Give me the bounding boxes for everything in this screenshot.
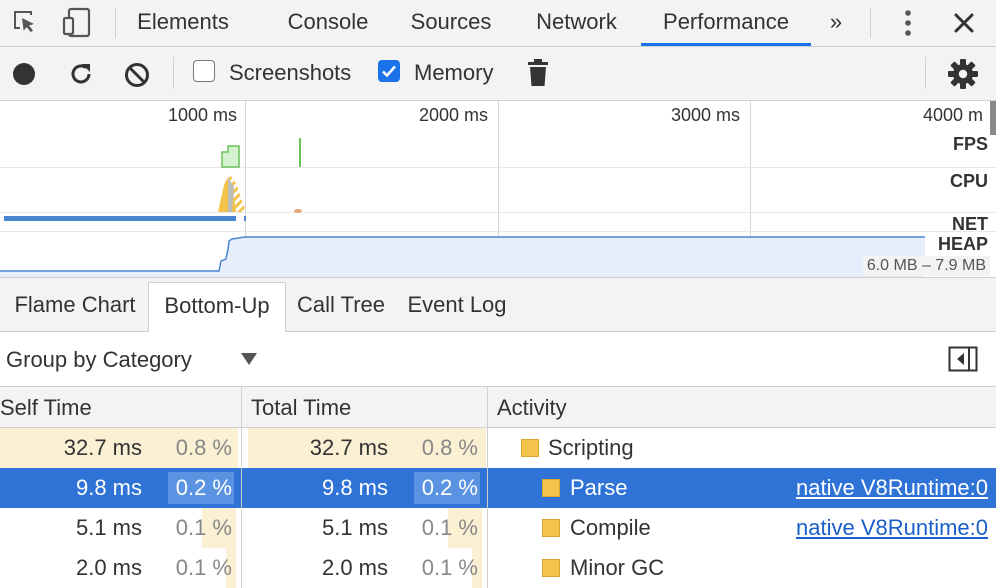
total-time-percent: 0.2 %: [421, 475, 478, 500]
close-icon: [954, 13, 974, 33]
clear-button[interactable]: [124, 62, 150, 93]
group-by-select[interactable]: Group by Category: [6, 347, 192, 373]
toolbar-divider: [115, 8, 116, 38]
tab-network[interactable]: Network: [520, 0, 633, 46]
tab-flame-chart[interactable]: Flame Chart: [6, 278, 144, 331]
tab-call-tree[interactable]: Call Tree: [292, 278, 390, 331]
cursor-select-icon: [14, 11, 34, 33]
overview-graphs: [0, 138, 925, 277]
total-time-header[interactable]: Total Time: [251, 395, 351, 421]
grouping-bar: Group by Category: [0, 332, 996, 387]
table-row[interactable]: 2.0 ms 0.1 % 2.0 ms 0.1 % Minor GC: [0, 548, 996, 588]
device-toolbar-button[interactable]: [58, 0, 98, 46]
self-time-percent: 0.1 %: [175, 555, 232, 580]
dropdown-arrow-icon[interactable]: [240, 352, 258, 366]
activity-name: Minor GC: [570, 555, 665, 580]
cpu-graph-blip: [294, 209, 302, 213]
self-time-value: 9.8 ms: [75, 475, 142, 500]
inspect-element-button[interactable]: [6, 0, 46, 46]
screenshots-checkbox[interactable]: [193, 60, 215, 82]
reload-record-button[interactable]: [68, 61, 94, 92]
activity-name: Compile: [570, 515, 651, 540]
total-time-value: 32.7 ms: [309, 435, 388, 460]
heap-lane-label: HEAP: [937, 234, 988, 254]
more-tabs-button[interactable]: »: [820, 0, 852, 46]
tab-performance[interactable]: Performance: [641, 0, 811, 46]
close-devtools-button[interactable]: [946, 0, 982, 46]
fps-graph: [221, 145, 240, 168]
self-time-value: 2.0 ms: [75, 555, 142, 580]
screenshots-label: Screenshots: [229, 60, 352, 85]
performance-toolbar: Screenshots Memory: [0, 47, 996, 101]
record-button[interactable]: [12, 62, 36, 91]
devtools-tab-bar: Elements Console Sources Network Perform…: [0, 0, 996, 47]
tab-event-log[interactable]: Event Log: [402, 278, 512, 331]
column-divider[interactable]: [241, 387, 242, 588]
toolbar-divider: [925, 57, 926, 89]
customize-menu-button[interactable]: [892, 0, 924, 46]
total-time-value: 2.0 ms: [321, 555, 388, 580]
timeline-overview[interactable]: 1000 ms 2000 ms 3000 ms 4000 m FPS CPU N…: [0, 101, 996, 278]
collect-garbage-button[interactable]: [527, 59, 549, 92]
table-row[interactable]: 5.1 ms 0.1 % 5.1 ms 0.1 % Compile native…: [0, 508, 996, 548]
device-mode-icon: [62, 7, 91, 38]
total-time-percent: 0.1 %: [421, 515, 478, 540]
trash-icon: [528, 59, 548, 86]
scripting-category-swatch: [542, 479, 560, 497]
net-lane-label: NET: [952, 214, 988, 234]
overview-scrollbar[interactable]: [990, 101, 996, 135]
capture-settings-button[interactable]: [947, 58, 979, 95]
self-time-value: 32.7 ms: [63, 435, 142, 460]
self-time-percent: 0.1 %: [175, 515, 232, 540]
total-time-percent: 0.1 %: [421, 555, 478, 580]
memory-checkbox[interactable]: [378, 60, 400, 82]
column-divider[interactable]: [487, 387, 488, 588]
self-time-header[interactable]: Self Time: [0, 395, 92, 421]
toolbar-divider: [870, 8, 871, 38]
memory-label: Memory: [414, 60, 494, 85]
cpu-lane-label: CPU: [949, 171, 988, 191]
kebab-menu-icon: [905, 10, 911, 36]
details-tab-bar: Flame Chart Bottom-Up Call Tree Event Lo…: [0, 278, 996, 332]
heap-range-label: 6.0 MB – 7.9 MB: [862, 256, 990, 276]
net-request-bar: [4, 216, 236, 221]
gear-icon: [948, 59, 978, 89]
clear-icon: [125, 63, 149, 87]
record-icon: [13, 63, 35, 85]
self-time-value: 5.1 ms: [75, 515, 142, 540]
self-time-percent: 0.8 %: [175, 435, 232, 460]
tab-sources[interactable]: Sources: [398, 0, 504, 46]
toggle-sidebar-button[interactable]: [948, 346, 978, 377]
checkmark-icon: [382, 65, 396, 78]
tab-console[interactable]: Console: [272, 0, 384, 46]
reload-icon: [71, 64, 91, 84]
fps-frame-marker: [299, 138, 301, 167]
table-header: Self Time Total Time Activity: [0, 387, 996, 428]
activity-header[interactable]: Activity: [497, 395, 567, 421]
total-time-value: 9.8 ms: [321, 475, 388, 500]
scripting-category-swatch: [542, 519, 560, 537]
fps-lane-label: FPS: [952, 134, 988, 154]
source-link[interactable]: native V8Runtime:0: [796, 515, 988, 541]
tab-elements[interactable]: Elements: [134, 0, 232, 46]
total-time-percent: 0.8 %: [421, 435, 478, 460]
activity-name: Scripting: [548, 435, 634, 460]
activity-name: Parse: [570, 475, 628, 500]
table-row[interactable]: 32.7 ms 0.8 % 32.7 ms 0.8 % Scripting: [0, 428, 996, 468]
scripting-category-swatch: [542, 559, 560, 577]
tab-bottom-up[interactable]: Bottom-Up: [148, 282, 286, 332]
total-time-value: 5.1 ms: [321, 515, 388, 540]
table-row-selected[interactable]: 9.8 ms 0.2 % 9.8 ms 0.2 % Parse native V…: [0, 468, 996, 508]
scripting-category-swatch: [521, 439, 539, 457]
self-time-percent: 0.2 %: [175, 475, 232, 500]
source-link[interactable]: native V8Runtime:0: [796, 475, 988, 501]
sidebar-toggle-icon: [948, 346, 978, 372]
net-request-bar: [244, 216, 246, 221]
toolbar-divider: [173, 57, 174, 89]
